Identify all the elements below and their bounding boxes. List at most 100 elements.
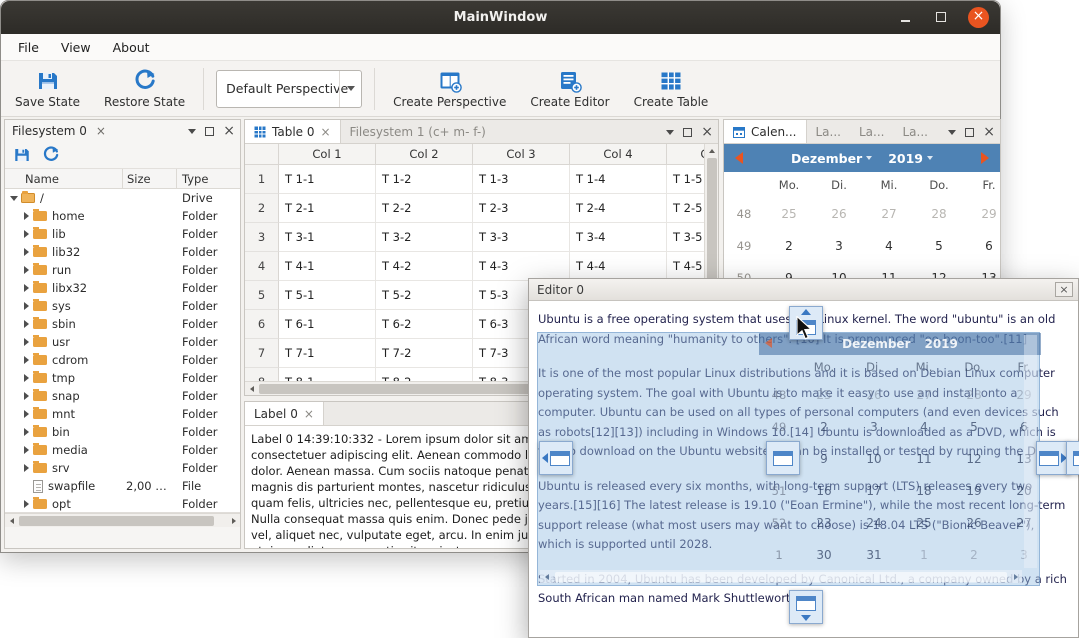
close-icon[interactable]: × — [983, 125, 995, 139]
scroll-left-icon[interactable] — [245, 382, 258, 395]
close-icon[interactable]: × — [701, 125, 713, 139]
table-cell[interactable]: T 1-1 — [279, 165, 376, 194]
row-header[interactable]: 1 — [245, 165, 279, 194]
calendar-day[interactable]: 2 — [764, 230, 814, 262]
calendar-day[interactable]: 28 — [914, 198, 964, 230]
horizontal-scrollbar[interactable] — [5, 513, 240, 527]
tab-label-0[interactable]: Label 0 × — [245, 402, 324, 425]
row-header[interactable]: 3 — [245, 223, 279, 252]
menu-view[interactable]: View — [50, 36, 102, 59]
expander-right-icon[interactable] — [19, 338, 33, 346]
close-icon[interactable]: × — [96, 124, 106, 138]
tree-row[interactable]: mntFolder — [5, 405, 240, 423]
create-perspective-button[interactable]: Create Perspective — [387, 67, 512, 111]
dock-drop-indicator-right[interactable] — [1036, 441, 1070, 475]
tab-label-1[interactable]: La... — [807, 120, 850, 143]
tab-filesystem-1[interactable]: Filesystem 1 (c+ m- f-) — [341, 120, 495, 143]
table-cell[interactable]: T 2-1 — [279, 194, 376, 223]
table-cell[interactable]: T 1-4 — [570, 165, 667, 194]
tree-row[interactable]: binFolder — [5, 423, 240, 441]
dock-drop-indicator-bottom[interactable] — [789, 590, 823, 624]
scrollbar-thumb[interactable] — [259, 384, 559, 394]
row-header[interactable]: 6 — [245, 310, 279, 339]
year-select[interactable]: 2019 — [888, 151, 933, 166]
table-cell[interactable]: T 8-2 — [376, 368, 473, 381]
expander-right-icon[interactable] — [19, 374, 33, 382]
table-cell[interactable]: T 3-4 — [570, 223, 667, 252]
column-header[interactable]: Col 1 — [279, 144, 376, 165]
column-header[interactable]: Col 3 — [473, 144, 570, 165]
expander-right-icon[interactable] — [19, 320, 33, 328]
calendar-day[interactable]: 29 — [964, 198, 1000, 230]
table-cell[interactable]: T 3-2 — [376, 223, 473, 252]
table-cell[interactable]: T 2-5 — [667, 194, 704, 223]
tree-row[interactable]: /Drive — [5, 189, 240, 207]
float-icon[interactable] — [965, 128, 974, 137]
expander-down-icon[interactable] — [7, 196, 21, 201]
row-header[interactable]: 7 — [245, 339, 279, 368]
tree-row[interactable]: snapFolder — [5, 387, 240, 405]
restore-state-button[interactable]: Restore State — [98, 67, 191, 111]
table-cell[interactable]: T 3-1 — [279, 223, 376, 252]
expander-right-icon[interactable] — [19, 428, 33, 436]
menu-about[interactable]: About — [102, 36, 161, 59]
tree-row[interactable]: sysFolder — [5, 297, 240, 315]
titlebar[interactable]: MainWindow — [1, 1, 1000, 34]
expander-right-icon[interactable] — [19, 500, 33, 508]
table-cell[interactable]: T 2-3 — [473, 194, 570, 223]
table-cell[interactable]: T 4-4 — [570, 252, 667, 281]
save-state-button[interactable]: Save State — [9, 67, 86, 111]
table-cell[interactable]: T 2-4 — [570, 194, 667, 223]
scroll-up-icon[interactable] — [705, 144, 718, 157]
row-header[interactable]: 5 — [245, 281, 279, 310]
calendar-day[interactable]: 6 — [964, 230, 1000, 262]
column-type[interactable]: Type — [177, 169, 240, 188]
table-cell[interactable]: T 4-5 — [667, 252, 704, 281]
table-cell[interactable]: T 1-5 — [667, 165, 704, 194]
table-cell[interactable]: T 2-2 — [376, 194, 473, 223]
dock-menu-icon[interactable] — [188, 129, 196, 134]
close-icon[interactable] — [968, 7, 989, 28]
tree-header[interactable]: Name Size Type — [5, 168, 240, 189]
expander-right-icon[interactable] — [19, 356, 33, 364]
menu-file[interactable]: File — [7, 36, 50, 59]
expander-right-icon[interactable] — [19, 230, 33, 238]
tab-table-0[interactable]: Table 0 × — [245, 120, 341, 143]
table-cell[interactable]: T 1-3 — [473, 165, 570, 194]
column-size[interactable]: Size — [123, 169, 177, 188]
dock-drop-indicator-center[interactable] — [766, 441, 800, 475]
calendar-day[interactable]: 5 — [914, 230, 964, 262]
tree-row[interactable]: libFolder — [5, 225, 240, 243]
calendar-day[interactable]: 26 — [814, 198, 864, 230]
dock-drop-indicator-right-edge[interactable] — [1066, 441, 1079, 475]
row-header[interactable]: 2 — [245, 194, 279, 223]
tree-row[interactable]: usrFolder — [5, 333, 240, 351]
table-cell[interactable]: T 5-2 — [376, 281, 473, 310]
expander-right-icon[interactable] — [19, 212, 33, 220]
save-icon[interactable] — [13, 146, 31, 164]
tree-row[interactable]: homeFolder — [5, 207, 240, 225]
table-cell[interactable]: T 7-1 — [279, 339, 376, 368]
close-icon[interactable]: × — [1055, 282, 1073, 297]
table-cell[interactable]: T 4-3 — [473, 252, 570, 281]
expander-right-icon[interactable] — [19, 248, 33, 256]
expander-right-icon[interactable] — [19, 302, 33, 310]
next-month-icon[interactable] — [981, 152, 989, 164]
maximize-icon[interactable] — [930, 7, 951, 28]
minimize-icon[interactable] — [895, 7, 916, 28]
expander-right-icon[interactable] — [19, 266, 33, 274]
tree-row[interactable]: optFolder — [5, 495, 240, 513]
editor-titlebar[interactable]: Editor 0 × — [529, 279, 1078, 301]
column-name[interactable]: Name — [5, 169, 123, 188]
scroll-right-icon[interactable] — [227, 514, 240, 527]
row-header[interactable]: 4 — [245, 252, 279, 281]
expander-right-icon[interactable] — [19, 464, 33, 472]
close-icon[interactable]: × — [320, 125, 330, 139]
dock-drop-indicator-left[interactable] — [539, 441, 573, 475]
perspective-select[interactable]: Default Perspective — [216, 70, 362, 108]
column-header[interactable]: Col 4 — [570, 144, 667, 165]
tree-row[interactable]: mediaFolder — [5, 441, 240, 459]
tree-row[interactable]: tmpFolder — [5, 369, 240, 387]
float-icon[interactable] — [205, 127, 214, 136]
table-cell[interactable]: T 6-2 — [376, 310, 473, 339]
